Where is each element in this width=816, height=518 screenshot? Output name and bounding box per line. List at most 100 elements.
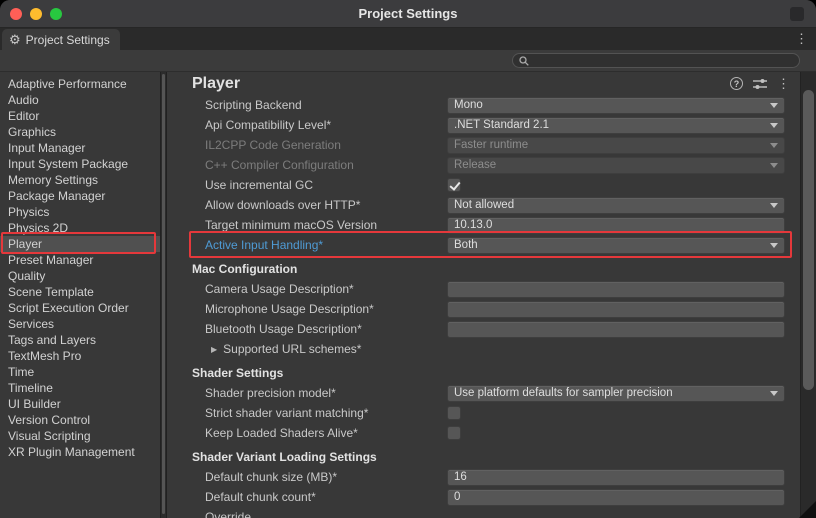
help-icon[interactable]: ? [730,77,743,90]
api-compatibility-dropdown[interactable]: .NET Standard 2.1 [447,117,785,134]
setting-label: Api Compatibility Level* [205,118,447,132]
minimize-window-button[interactable] [30,8,42,20]
tab-label: Project Settings [26,33,110,47]
main-scrollbar[interactable] [800,72,816,518]
shader-precision-model-dropdown[interactable]: Use platform defaults for sampler precis… [447,385,785,402]
resize-grip[interactable] [799,501,816,518]
gear-icon: ⚙ [9,33,21,46]
setting-row-default-chunk-size: Default chunk size (MB)* [167,467,800,487]
player-settings-panel: Player ? ⋮ Scripting Backend M [167,72,800,518]
header-icons: ? ⋮ [730,77,790,90]
setting-label: Scripting Backend [205,98,447,112]
active-input-handling-dropdown[interactable]: Both [447,237,785,254]
sidebar-item-preset-manager[interactable]: Preset Manager [0,252,160,268]
setting-label: Override [205,510,447,518]
sidebar-item-physics-2d[interactable]: Physics 2D [0,220,160,236]
search-input[interactable] [533,55,793,67]
chevron-down-icon [770,123,778,128]
sidebar-item-timeline[interactable]: Timeline [0,380,160,396]
sidebar-item-player[interactable]: Player [0,236,160,252]
setting-label: IL2CPP Code Generation [205,138,447,152]
sidebar-item-visual-scripting[interactable]: Visual Scripting [0,428,160,444]
sidebar-item-tags-and-layers[interactable]: Tags and Layers [0,332,160,348]
camera-usage-field[interactable] [447,281,785,298]
tabbar-menu-icon[interactable]: ⋮ [795,32,808,45]
setting-label: Microphone Usage Description* [205,302,447,316]
setting-row-shader-precision-model: Shader precision model* Use platform def… [167,383,800,403]
settings-rows: Scripting Backend Mono Api Compatibility… [167,95,800,518]
sidebar-item-memory-settings[interactable]: Memory Settings [0,172,160,188]
project-settings-window: Project Settings ⚙ Project Settings ⋮ Ad… [0,0,816,518]
sidebar-item-services[interactable]: Services [0,316,160,332]
setting-row-microphone-usage: Microphone Usage Description* [167,299,800,319]
sidebar-item-scene-template[interactable]: Scene Template [0,284,160,300]
setting-row-allow-http: Allow downloads over HTTP* Not allowed [167,195,800,215]
section-header-shader-variant-loading: Shader Variant Loading Settings [167,448,800,467]
panel-menu-icon[interactable]: ⋮ [777,77,790,90]
window-title: Project Settings [0,6,816,21]
setting-row-strict-shader-variant-matching: Strict shader variant matching* [167,403,800,423]
sidebar-item-version-control[interactable]: Version Control [0,412,160,428]
sidebar-item-xr-plugin-management[interactable]: XR Plugin Management [0,444,160,460]
setting-label: Default chunk count* [205,490,447,504]
section-header-mac-configuration: Mac Configuration [167,260,800,279]
chevron-down-icon [770,203,778,208]
foldout-arrow-icon[interactable]: ▶ [211,345,217,354]
setting-label: Supported URL schemes* [223,342,465,356]
sidebar-item-graphics[interactable]: Graphics [0,124,160,140]
titlebar-widget-icon [790,7,804,21]
main-scrollbar-thumb[interactable] [803,90,814,390]
default-chunk-count-field[interactable] [447,489,785,506]
setting-row-supported-url-schemes[interactable]: ▶ Supported URL schemes* [167,339,800,359]
sidebar-item-input-manager[interactable]: Input Manager [0,140,160,156]
setting-row-scripting-backend: Scripting Backend Mono [167,95,800,115]
bluetooth-usage-field[interactable] [447,321,785,338]
traffic-lights [10,8,62,20]
sidebar-item-audio[interactable]: Audio [0,92,160,108]
sidebar-item-time[interactable]: Time [0,364,160,380]
allow-http-dropdown[interactable]: Not allowed [447,197,785,214]
preset-icon[interactable] [753,78,767,90]
setting-row-camera-usage: Camera Usage Description* [167,279,800,299]
sidebar-item-input-system-package[interactable]: Input System Package [0,156,160,172]
setting-row-il2cpp-code-generation: IL2CPP Code Generation Faster runtime [167,135,800,155]
sidebar-item-ui-builder[interactable]: UI Builder [0,396,160,412]
panel-header: Player ? ⋮ [167,72,800,95]
microphone-usage-field[interactable] [447,301,785,318]
titlebar: Project Settings [0,0,816,28]
setting-row-override: Override [167,507,800,518]
use-incremental-gc-checkbox[interactable] [447,178,461,192]
setting-label: Target minimum macOS Version [205,218,447,232]
setting-label: Shader precision model* [205,386,447,400]
sidebar-item-textmesh-pro[interactable]: TextMesh Pro [0,348,160,364]
settings-category-list: Adaptive Performance Audio Editor Graphi… [0,72,160,518]
close-window-button[interactable] [10,8,22,20]
setting-label: Bluetooth Usage Description* [205,322,447,336]
chevron-down-icon [770,163,778,168]
sidebar-item-quality[interactable]: Quality [0,268,160,284]
sidebar-item-physics[interactable]: Physics [0,204,160,220]
content-area: Adaptive Performance Audio Editor Graphi… [0,72,816,518]
search-box[interactable] [512,53,800,68]
setting-label: Strict shader variant matching* [205,406,447,420]
scripting-backend-dropdown[interactable]: Mono [447,97,785,114]
search-icon [519,56,529,66]
min-macos-version-field[interactable] [447,217,785,234]
sidebar-item-editor[interactable]: Editor [0,108,160,124]
setting-row-keep-loaded-shaders-alive: Keep Loaded Shaders Alive* [167,423,800,443]
sidebar-item-package-manager[interactable]: Package Manager [0,188,160,204]
chevron-down-icon [770,103,778,108]
setting-label: Use incremental GC [205,178,447,192]
sidebar-item-adaptive-performance[interactable]: Adaptive Performance [0,76,160,92]
sidebar-splitter[interactable] [160,72,167,518]
sidebar-item-script-execution-order[interactable]: Script Execution Order [0,300,160,316]
default-chunk-size-field[interactable] [447,469,785,486]
keep-loaded-shaders-alive-checkbox[interactable] [447,426,461,440]
sidebar-scrollbar-thumb[interactable] [162,74,165,514]
tabbar: ⚙ Project Settings ⋮ [0,28,816,50]
setting-label: Allow downloads over HTTP* [205,198,447,212]
strict-shader-variant-matching-checkbox[interactable] [447,406,461,420]
zoom-window-button[interactable] [50,8,62,20]
tab-project-settings[interactable]: ⚙ Project Settings [2,29,120,50]
chevron-down-icon [770,243,778,248]
